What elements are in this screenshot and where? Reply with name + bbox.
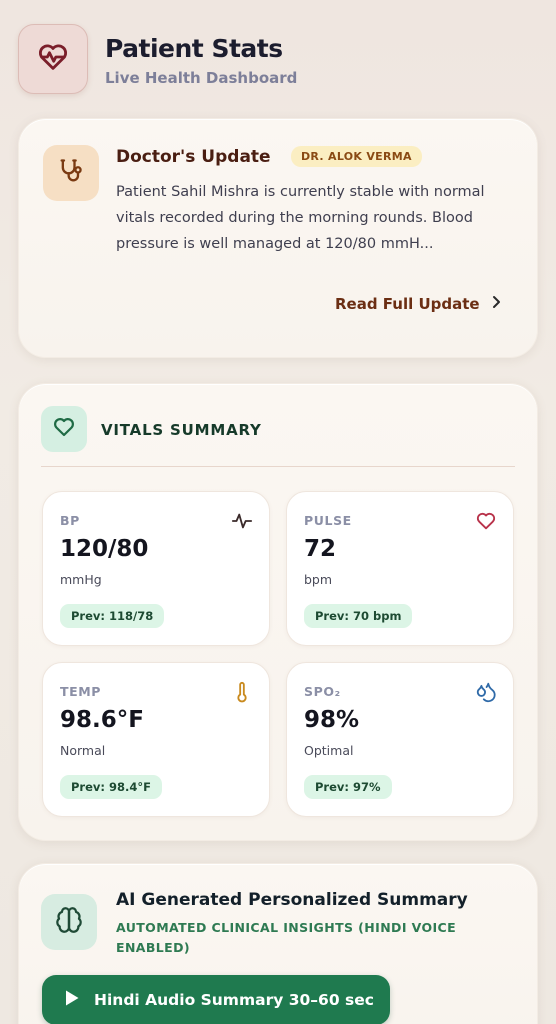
vital-value: 72 <box>304 536 337 562</box>
vitals-summary-title: VITALS SUMMARY <box>101 421 262 439</box>
vital-previous-badge: Prev: 70 bpm <box>304 604 413 628</box>
vital-unit: Normal <box>60 743 106 758</box>
heart-icon <box>475 510 497 532</box>
vital-value: 120/80 <box>60 536 149 562</box>
vital-tile-spo2[interactable]: SPO₂ 98% Optimal Prev: 97% <box>286 662 514 817</box>
vital-label: PULSE <box>304 513 352 528</box>
vital-tile-temp[interactable]: TEMP 98.6°F Normal Prev: 98.4°F <box>42 662 270 817</box>
brain-icon <box>55 906 83 938</box>
heart-icon <box>52 415 76 443</box>
vital-value: 98.6°F <box>60 707 144 733</box>
doctor-name-badge: DR. ALOK VERMA <box>291 146 422 167</box>
doctor-update-title: Doctor's Update <box>116 147 271 167</box>
vitals-summary-card: VITALS SUMMARY BP 120/80 mmHg Prev: 118/… <box>18 383 538 841</box>
ai-summary-subtitle: AUTOMATED CLINICAL INSIGHTS (HINDI VOICE… <box>116 920 457 955</box>
page-title: Patient Stats <box>105 34 283 63</box>
vital-label: SPO₂ <box>304 684 341 699</box>
stethoscope-icon <box>57 157 85 189</box>
activity-icon <box>231 510 253 532</box>
heart-pulse-icon <box>36 40 70 78</box>
vital-unit: bpm <box>304 572 333 587</box>
doctor-icon-badge <box>43 145 99 201</box>
app-logo <box>18 24 88 94</box>
page-subtitle: Live Health Dashboard <box>105 69 298 87</box>
vital-unit: mmHg <box>60 572 102 587</box>
vital-previous-badge: Prev: 118/78 <box>60 604 165 628</box>
vital-unit: Optimal <box>304 743 354 758</box>
ai-icon-badge <box>41 894 97 950</box>
droplets-icon <box>475 681 497 703</box>
hindi-audio-summary-label: Hindi Audio Summary 30–60 sec <box>94 991 374 1009</box>
read-full-update-label: Read Full Update <box>335 295 480 313</box>
page-header: Patient Stats Live Health Dashboard <box>18 24 538 96</box>
divider <box>41 466 515 467</box>
vital-previous-badge: Prev: 97% <box>304 775 392 799</box>
vital-label: BP <box>60 513 80 528</box>
doctor-update-text: Patient Sahil Mishra is currently stable… <box>116 184 485 252</box>
ai-summary-title: AI Generated Personalized Summary <box>116 890 468 910</box>
vital-tile-bp[interactable]: BP 120/80 mmHg Prev: 118/78 <box>42 491 270 646</box>
doctor-update-card: Doctor's Update DR. ALOK VERMA Patient S… <box>18 118 538 358</box>
read-full-update-link[interactable]: Read Full Update <box>335 295 502 313</box>
vital-label: TEMP <box>60 684 102 699</box>
vital-previous-badge: Prev: 98.4°F <box>60 775 162 799</box>
hindi-audio-summary-button[interactable]: Hindi Audio Summary 30–60 sec <box>42 975 390 1024</box>
play-icon <box>64 989 80 1011</box>
vital-tile-pulse[interactable]: PULSE 72 bpm Prev: 70 bpm <box>286 491 514 646</box>
chevron-right-icon <box>490 295 502 313</box>
ai-summary-card: AI Generated Personalized Summary AUTOMA… <box>18 863 538 1024</box>
vital-value: 98% <box>304 707 360 733</box>
thermometer-icon <box>231 681 253 703</box>
vitals-icon-badge <box>41 406 87 452</box>
